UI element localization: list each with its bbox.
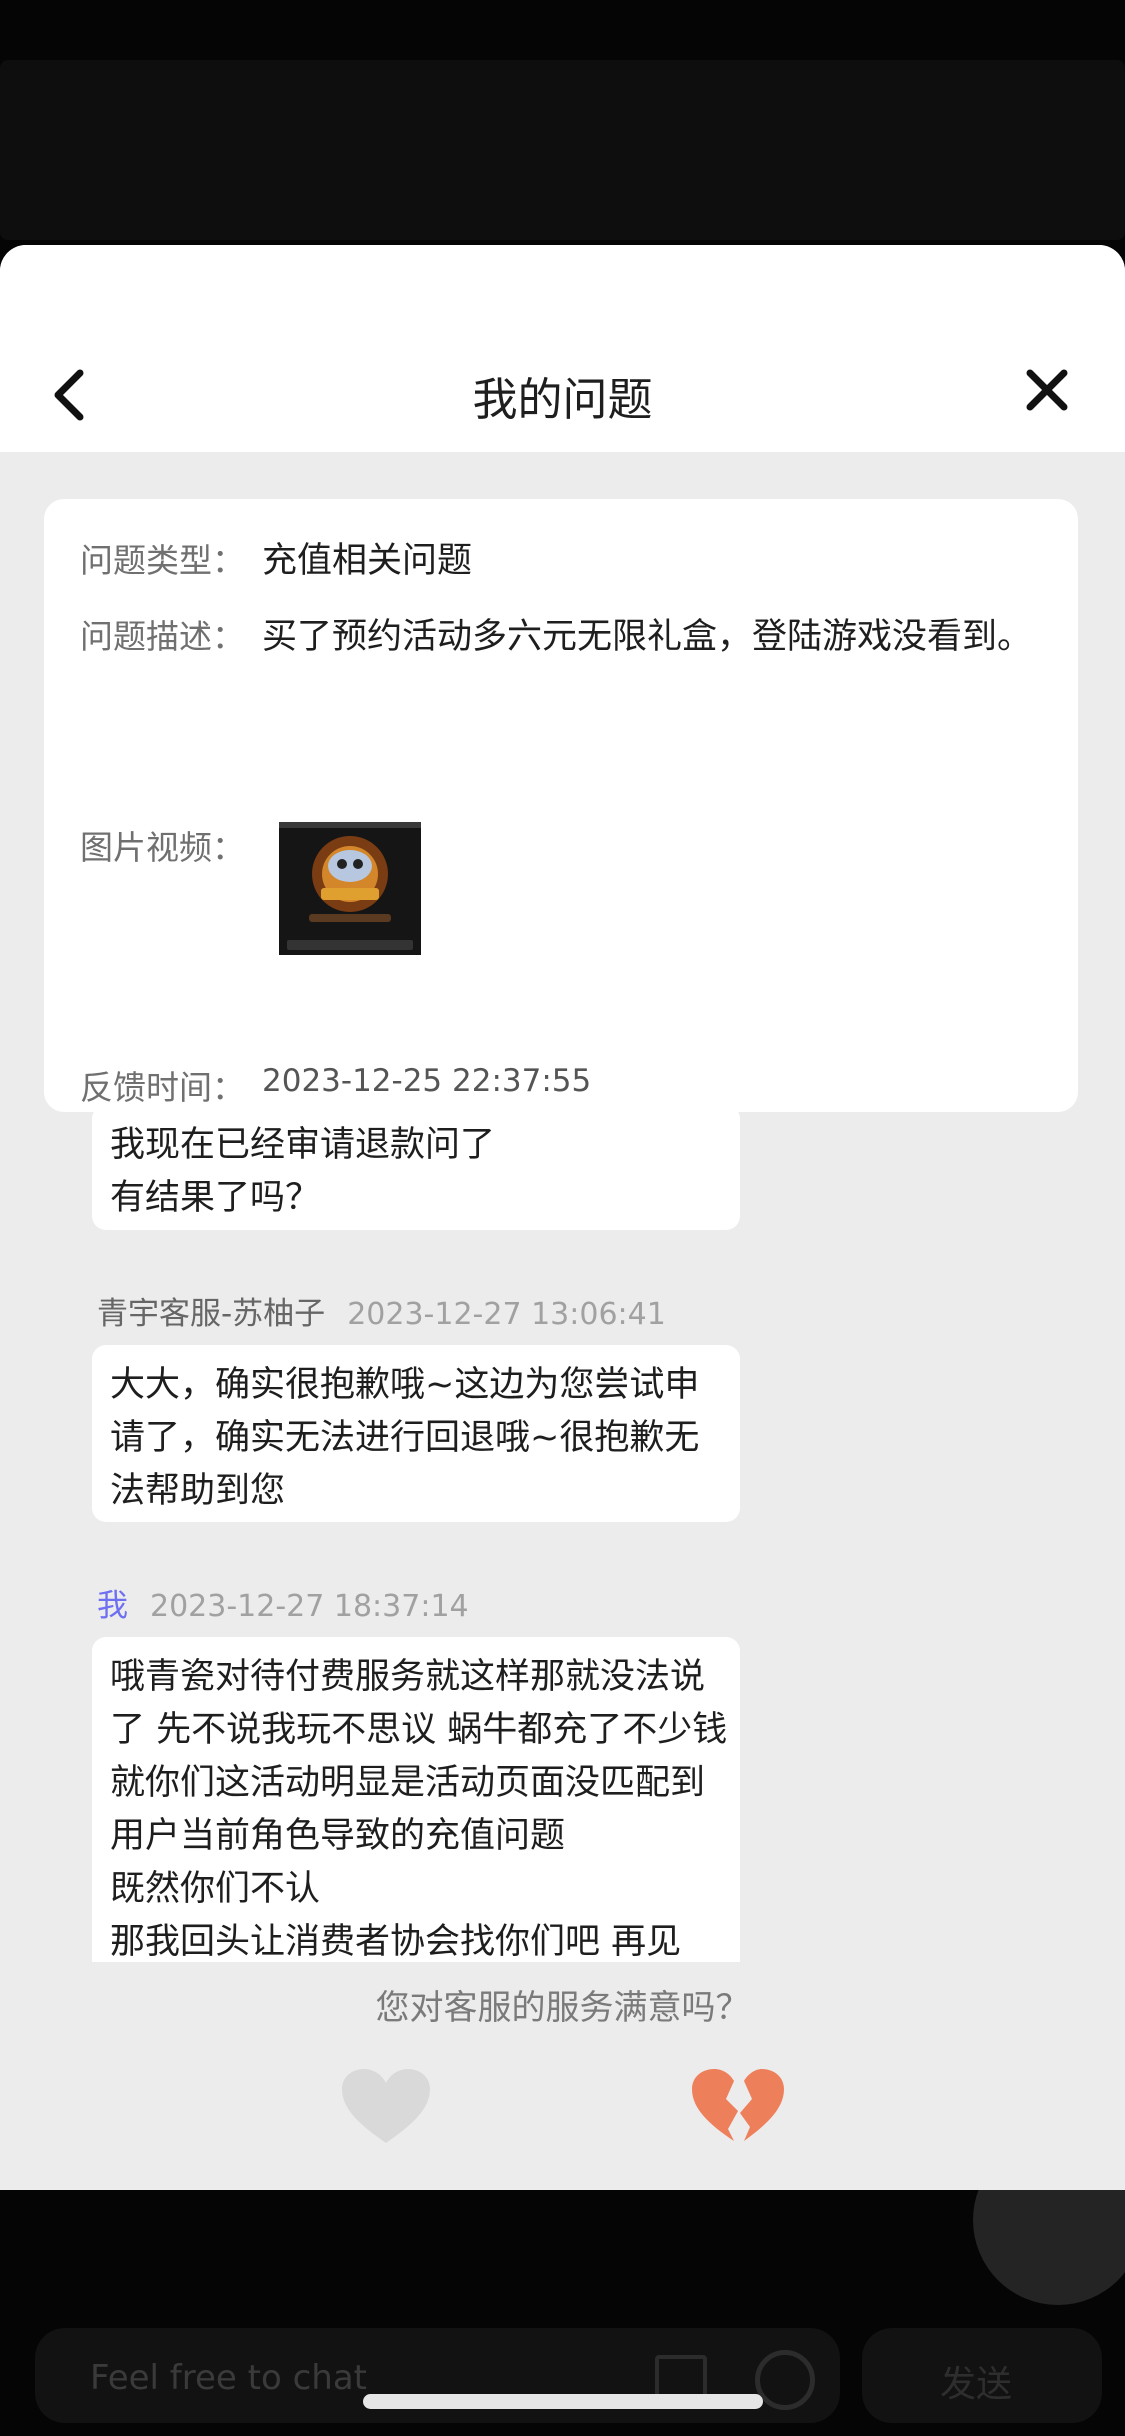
background-game-ui (0, 60, 1125, 240)
home-indicator (363, 2394, 763, 2409)
heart-icon (342, 2069, 430, 2143)
dragon-image-icon (279, 822, 421, 955)
chat-line: 了 先不说我玩不思议 蜗牛都充了不少钱 (110, 1710, 728, 1750)
satisfied-button[interactable] (340, 2067, 432, 2147)
message-timestamp: 2023-12-27 18:37:14 (150, 1589, 469, 1624)
bottom-chat-placeholder: Feel free to chat (90, 2358, 367, 2398)
satisfaction-question: 您对客服的服务满意吗？ (375, 1988, 750, 2028)
unsatisfied-button[interactable] (690, 2067, 786, 2147)
chat-line: 哦青瓷对待付费服务就这样那就没法说 (110, 1657, 706, 1697)
chat-line: 就你们这活动明显是活动页面没匹配到 (110, 1763, 706, 1803)
message-timestamp: 2023-12-27 13:06:41 (347, 1297, 666, 1332)
issue-card: 问题类型： 充值相关问题 问题描述： 买了预约活动多六元无限礼盒，登陆游戏没看到… (44, 499, 1078, 1112)
feedback-time-value: 2023-12-25 22:37:55 (262, 1063, 592, 1099)
chat-line: 大大，确实很抱歉哦~这边为您尝试申 (110, 1365, 700, 1405)
close-icon (1026, 369, 1068, 411)
feedback-time-label: 反馈时间： (80, 1068, 245, 1107)
chat-bubble: 大大，确实很抱歉哦~这边为您尝试申 请了，确实无法进行回退哦~很抱歉无 法帮助到… (92, 1345, 740, 1522)
issue-type-value: 充值相关问题 (262, 541, 473, 581)
my-question-sheet: 我的问题 我现在已经审请退款问了 有结果了吗？ 青宇客服-苏柚子 2023-12-… (0, 245, 1125, 2190)
sender-name: 青宇客服-苏柚子 (97, 1296, 326, 1332)
issue-desc-value: 买了预约活动多六元无限礼盒，登陆游戏没看到。 (262, 617, 1033, 657)
chat-line: 请了，确实无法进行回退哦~很抱歉无 (110, 1418, 700, 1458)
chat-line: 有结果了吗？ (110, 1178, 321, 1218)
sender-name: 我 (97, 1588, 128, 1624)
chat-bubble: 我现在已经审请退款问了 有结果了吗？ (92, 1105, 740, 1230)
image-icon[interactable] (655, 2355, 707, 2399)
issue-media-label: 图片视频： (80, 828, 245, 867)
close-button[interactable] (1022, 365, 1072, 415)
chat-line: 我现在已经审请退款问了 (110, 1125, 496, 1165)
chat-line: 既然你们不认 (110, 1869, 321, 1909)
emoji-icon[interactable] (755, 2350, 815, 2410)
send-button-label: 发送 (940, 2364, 1013, 2405)
chat-line: 那我回头让消费者协会找你们吧 再见 (110, 1922, 682, 1962)
page-title: 我的问题 (472, 373, 653, 426)
chat-bubble: 哦青瓷对待付费服务就这样那就没法说 了 先不说我玩不思议 蜗牛都充了不少钱 就你… (92, 1637, 740, 1962)
issue-type-label: 问题类型： (80, 541, 245, 580)
broken-heart-icon (692, 2069, 784, 2141)
chat-line: 用户当前角色导致的充值问题 (110, 1816, 566, 1856)
chat-sender-row: 我 2023-12-27 18:37:14 (97, 1580, 469, 1625)
chat-sender-row: 青宇客服-苏柚子 2023-12-27 13:06:41 (97, 1288, 666, 1333)
screenshot-thumbnail[interactable] (279, 822, 421, 955)
chat-line: 法帮助到您 (110, 1471, 286, 1511)
issue-desc-label: 问题描述： (80, 617, 245, 656)
sheet-header: 我的问题 (0, 245, 1125, 452)
